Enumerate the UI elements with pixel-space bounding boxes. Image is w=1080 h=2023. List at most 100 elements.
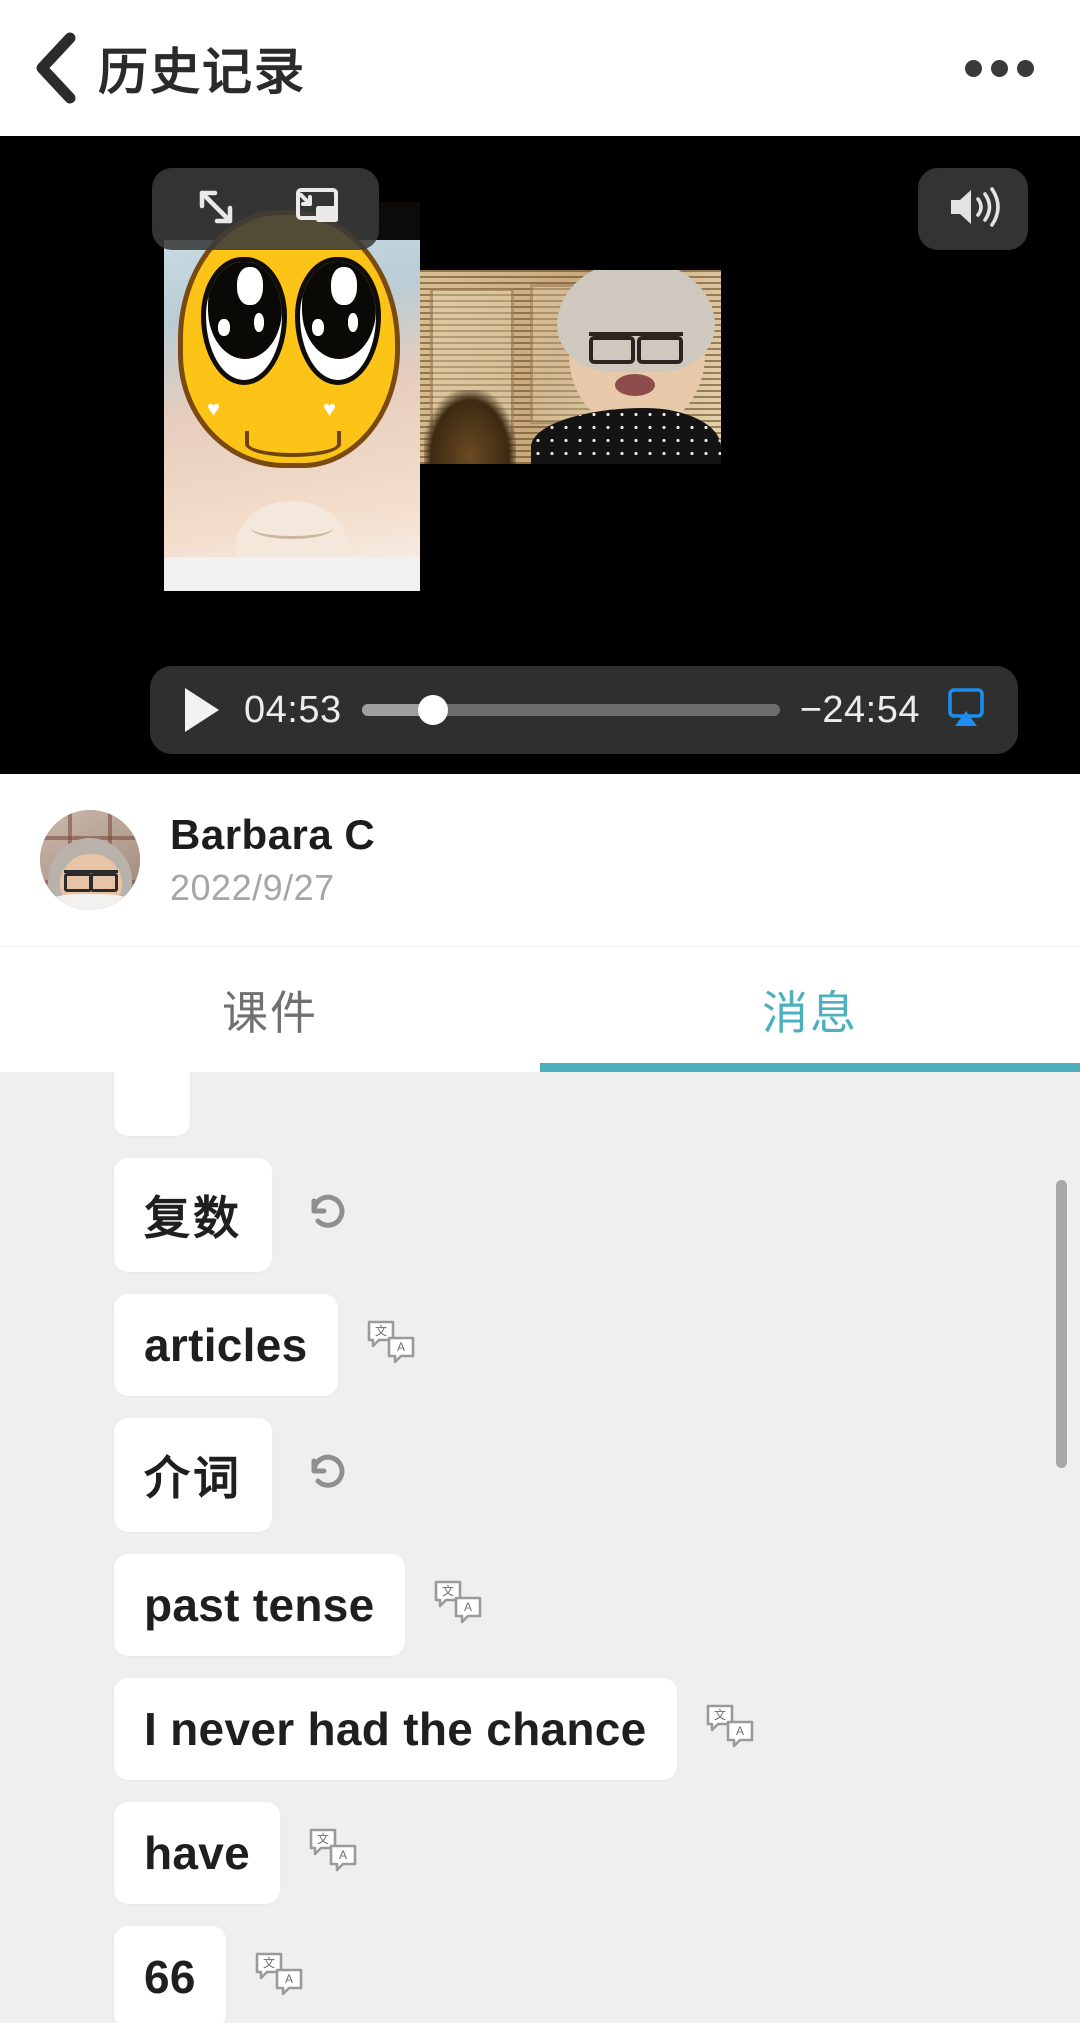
- list-item[interactable]: have 文 A: [114, 1802, 1056, 1904]
- history-page: 历史记录 ♥ ♥ 04:53 −24:54 Barbara C 2022/9/2…: [0, 0, 1080, 2023]
- more-horizontal-icon-dot-3: [1017, 59, 1034, 77]
- translate-button[interactable]: 文 A: [699, 1697, 763, 1761]
- emoji-glint: [311, 319, 324, 336]
- svg-text:A: A: [736, 1724, 744, 1738]
- current-time-label: 04:53: [244, 688, 342, 731]
- emoji-glint: [253, 313, 265, 332]
- svg-text:A: A: [464, 1600, 472, 1614]
- expand-arrows-icon: [193, 184, 239, 235]
- emoji-mouth: [245, 431, 341, 457]
- speaker-waves-icon: [945, 184, 1001, 235]
- tab-courseware[interactable]: 课件: [0, 947, 540, 1072]
- airplay-icon: [942, 684, 990, 737]
- translate-button[interactable]: 文 A: [360, 1313, 424, 1377]
- seek-slider[interactable]: [361, 695, 780, 725]
- emoji-pupil-left: [207, 262, 282, 359]
- emoji-glint: [217, 319, 230, 336]
- list-item[interactable]: 复数: [114, 1158, 1056, 1272]
- translate-icon: 文 A: [702, 1699, 760, 1760]
- emoji-glint: [237, 267, 263, 305]
- tab-courseware-label: 课件: [222, 986, 318, 1039]
- emoji-heart-icon: ♥: [323, 396, 337, 421]
- video-necklace: [251, 517, 333, 539]
- more-options-button[interactable]: [959, 46, 1040, 91]
- user-meta: Barbara C 2022/9/27: [170, 811, 375, 909]
- svg-text:A: A: [397, 1340, 405, 1354]
- list-item[interactable]: 介词: [114, 1418, 1056, 1532]
- student-video-frame: ♥ ♥: [164, 202, 420, 591]
- message-bubble[interactable]: 介词: [114, 1418, 272, 1532]
- undo-button[interactable]: [294, 1443, 358, 1507]
- tab-messages-label: 消息: [762, 986, 858, 1039]
- message-bubble[interactable]: articles: [114, 1294, 338, 1396]
- teacher-hair: [557, 270, 715, 372]
- svg-text:A: A: [339, 1848, 347, 1862]
- lesson-user-row: Barbara C 2022/9/27: [0, 774, 1080, 946]
- message-list: 复数 articles 文 A 介词 past tense 文 A I neve…: [0, 1072, 1080, 2023]
- message-bubble[interactable]: [114, 1072, 190, 1136]
- avatar-glasses: [64, 870, 118, 892]
- avatar-collar: [50, 894, 130, 910]
- page-title: 历史记录: [98, 44, 306, 100]
- message-bubble[interactable]: past tense: [114, 1554, 405, 1656]
- translate-icon: 文 A: [251, 1947, 309, 2008]
- message-bubble[interactable]: 66: [114, 1926, 226, 2023]
- teacher-video-frame: [420, 270, 721, 464]
- emoji-glint: [331, 267, 357, 305]
- tab-bar: 课件 消息: [0, 946, 1080, 1072]
- emoji-glint: [347, 313, 359, 332]
- list-item[interactable]: [114, 1072, 1056, 1136]
- back-button[interactable]: [26, 30, 84, 106]
- lesson-date: 2022/9/27: [170, 867, 335, 908]
- message-bubble[interactable]: I never had the chance: [114, 1678, 677, 1780]
- list-item[interactable]: articles 文 A: [114, 1294, 1056, 1396]
- video-shirt: [164, 557, 420, 591]
- navigation-bar: 历史记录: [0, 0, 1080, 136]
- play-icon: [185, 688, 219, 732]
- play-button[interactable]: [180, 687, 224, 733]
- user-name: Barbara C: [170, 811, 376, 858]
- emoji-eye-left: [201, 257, 287, 385]
- svg-text:A: A: [285, 1972, 293, 1986]
- translate-button[interactable]: 文 A: [427, 1573, 491, 1637]
- translate-button[interactable]: 文 A: [248, 1945, 312, 2009]
- list-item[interactable]: past tense 文 A: [114, 1554, 1056, 1656]
- translate-icon: 文 A: [363, 1315, 421, 1376]
- teacher-glasses: [589, 332, 683, 364]
- remaining-time-label: −24:54: [799, 688, 920, 731]
- playback-controls: 04:53 −24:54: [150, 666, 1018, 754]
- more-horizontal-icon-dot-2: [991, 59, 1008, 77]
- svg-text:文: 文: [317, 1831, 329, 1846]
- message-bubble[interactable]: have: [114, 1802, 281, 1904]
- undo-icon: [301, 1448, 351, 1503]
- emoji-eye-right: [295, 257, 381, 385]
- airplay-button[interactable]: [940, 684, 992, 736]
- undo-button[interactable]: [294, 1183, 358, 1247]
- tab-messages[interactable]: 消息: [540, 947, 1080, 1072]
- message-scroll-container: 复数 articles 文 A 介词 past tense 文 A I neve…: [0, 1072, 1080, 2023]
- svg-text:文: 文: [263, 1955, 275, 1970]
- emoji-heart-icon: ♥: [207, 396, 221, 421]
- message-bubble[interactable]: 复数: [114, 1158, 272, 1272]
- chevron-left-icon: [32, 32, 78, 104]
- expand-button[interactable]: [180, 178, 252, 240]
- picture-in-picture-icon: [289, 185, 341, 234]
- avatar[interactable]: [40, 810, 140, 910]
- video-view-controls: [152, 168, 379, 250]
- picture-in-picture-button[interactable]: [279, 178, 351, 240]
- more-horizontal-icon-dot-1: [965, 59, 982, 77]
- list-item[interactable]: I never had the chance 文 A: [114, 1678, 1056, 1780]
- svg-text:文: 文: [714, 1707, 726, 1722]
- teacher-mouth: [615, 374, 655, 396]
- svg-text:文: 文: [442, 1583, 454, 1598]
- video-player[interactable]: ♥ ♥ 04:53 −24:54: [0, 136, 1080, 774]
- translate-button[interactable]: 文 A: [302, 1821, 366, 1885]
- translate-icon: 文 A: [430, 1575, 488, 1636]
- undo-icon: [301, 1188, 351, 1243]
- list-item[interactable]: 66 文 A: [114, 1926, 1056, 2023]
- volume-button[interactable]: [918, 168, 1028, 250]
- seek-handle[interactable]: [417, 695, 448, 725]
- vertical-scrollbar[interactable]: [1056, 1180, 1067, 1468]
- translate-icon: 文 A: [305, 1823, 363, 1884]
- emoji-pupil-right: [301, 262, 376, 359]
